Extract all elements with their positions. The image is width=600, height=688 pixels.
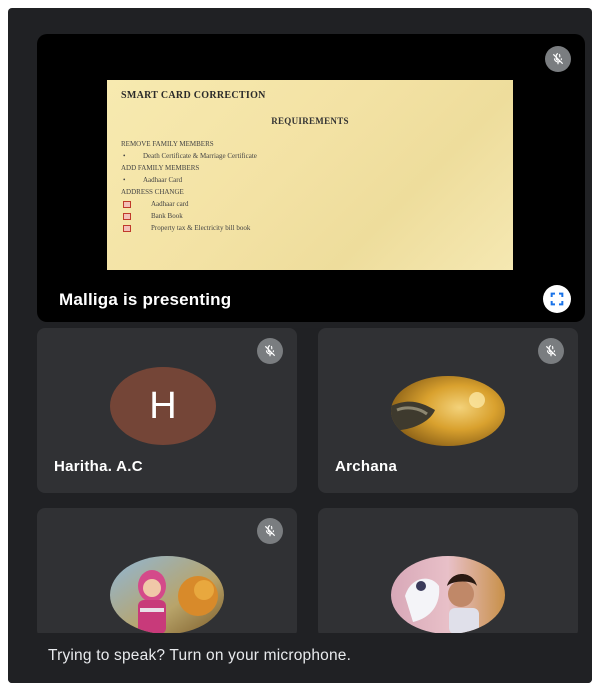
slide-line: Bank Book xyxy=(121,210,499,222)
microphone-prompt-text[interactable]: Trying to speak? Turn on your microphone… xyxy=(48,647,351,665)
presenting-label: Malliga is presenting xyxy=(59,290,232,309)
participant-name: Archana xyxy=(335,458,398,475)
mic-off-icon xyxy=(538,338,564,364)
slide-line: ADDRESS CHANGE xyxy=(121,188,184,196)
participant-tile-archana[interactable]: Archana xyxy=(318,328,578,493)
mic-off-icon xyxy=(257,518,283,544)
avatar xyxy=(110,556,224,634)
participant-tile-haritha[interactable]: H Haritha. A.C xyxy=(37,328,297,493)
slide-line: Aadhaar card xyxy=(121,198,499,210)
microphone-prompt-bar[interactable]: Trying to speak? Turn on your microphone… xyxy=(8,633,592,683)
meet-app-window: SMART CARD CORRECTION REQUIREMENTS REMOV… xyxy=(8,8,592,683)
participant-tile-3[interactable] xyxy=(37,508,297,638)
slide-subtitle: REQUIREMENTS xyxy=(271,116,349,126)
slide-title: SMART CARD CORRECTION xyxy=(121,90,266,101)
slide-line: Aadhaar Card xyxy=(121,174,499,186)
participant-tile-4[interactable] xyxy=(318,508,578,638)
slide-content: REMOVE FAMILY MEMBERS Death Certificate &… xyxy=(121,138,499,234)
slide-line: ADD FAMILY MEMBERS xyxy=(121,164,200,172)
avatar xyxy=(391,376,505,446)
presentation-tile[interactable]: SMART CARD CORRECTION REQUIREMENTS REMOV… xyxy=(37,34,585,322)
fullscreen-button[interactable] xyxy=(543,285,571,313)
slide-line: Property tax & Electricity bill book xyxy=(121,222,499,234)
shared-slide: SMART CARD CORRECTION REQUIREMENTS REMOV… xyxy=(107,80,513,270)
avatar xyxy=(391,556,505,634)
slide-line: REMOVE FAMILY MEMBERS xyxy=(121,140,214,148)
presenter-mic-off-icon xyxy=(545,46,571,72)
fullscreen-icon xyxy=(550,292,564,306)
mic-off-icon xyxy=(257,338,283,364)
mic-off-icon xyxy=(552,53,564,65)
slide-line: Death Certificate & Marriage Certificate xyxy=(121,150,499,162)
participant-name: Haritha. A.C xyxy=(54,458,143,475)
avatar: H xyxy=(110,367,216,445)
